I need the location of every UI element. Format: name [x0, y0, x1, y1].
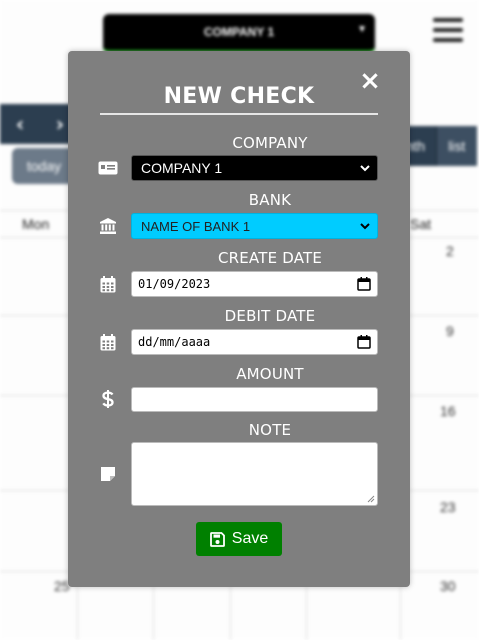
note-label: NOTE [248, 421, 292, 439]
list-view-button[interactable]: list [435, 126, 477, 166]
resize-grip-icon[interactable] [367, 495, 375, 503]
bank-select-value: NAME OF BANK 1 [141, 218, 251, 234]
bank-select[interactable]: NAME OF BANK 1 [131, 213, 378, 239]
today-button[interactable]: today [12, 148, 76, 184]
calendar-picker-icon[interactable] [357, 277, 371, 291]
create-date-value: 01/09/2023 [138, 277, 211, 291]
bank-building-icon [96, 214, 120, 238]
title-divider [100, 113, 378, 115]
day-number: 9 [446, 323, 454, 339]
weekday-header-sat: Sat [410, 216, 432, 232]
sticky-note-icon [96, 462, 120, 486]
company-label: COMPANY [232, 134, 308, 152]
calendar-picker-icon[interactable] [357, 335, 371, 349]
debit-date-placeholder: dd/mm/aaaa [138, 335, 211, 349]
calendar-icon [96, 330, 120, 354]
amount-label: AMOUNT [236, 365, 304, 383]
hamburger-menu-icon[interactable] [433, 18, 463, 46]
weekday-header-mon: Mon [22, 216, 50, 232]
company-select-value: COMPANY 1 [141, 160, 223, 176]
day-number: 23 [440, 499, 456, 515]
debit-date-input[interactable]: dd/mm/aaaa [131, 329, 378, 355]
modal-title: NEW CHECK [163, 84, 315, 109]
bg-company-select-label: COMPANY 1 [203, 25, 275, 39]
save-button-label: Save [231, 530, 269, 547]
day-number: 2 [446, 243, 454, 259]
dollar-icon [96, 387, 120, 411]
save-button[interactable]: Save [196, 522, 282, 556]
create-date-input[interactable]: 01/09/2023 [131, 271, 378, 297]
chevron-down-icon: ▼ [357, 24, 367, 35]
new-check-modal: × NEW CHECK COMPANY COMPANY 1 BANK NAME … [68, 51, 410, 587]
debit-date-label: DEBIT DATE [224, 307, 316, 325]
calendar-icon [96, 272, 120, 296]
note-textarea[interactable] [131, 442, 378, 506]
amount-input[interactable] [131, 387, 378, 412]
chevron-down-icon [360, 223, 370, 230]
bank-label: BANK [248, 191, 292, 209]
company-select[interactable]: COMPANY 1 [131, 155, 378, 181]
id-card-icon [96, 156, 120, 180]
floppy-disk-icon [209, 531, 225, 547]
chevron-down-icon [360, 165, 370, 172]
prev-button[interactable]: ‹ [0, 112, 40, 136]
bg-company-select[interactable]: COMPANY 1 ▼ [103, 14, 375, 53]
day-number: 16 [440, 403, 456, 419]
create-date-label: CREATE DATE [217, 249, 323, 267]
day-number: 30 [440, 578, 456, 594]
